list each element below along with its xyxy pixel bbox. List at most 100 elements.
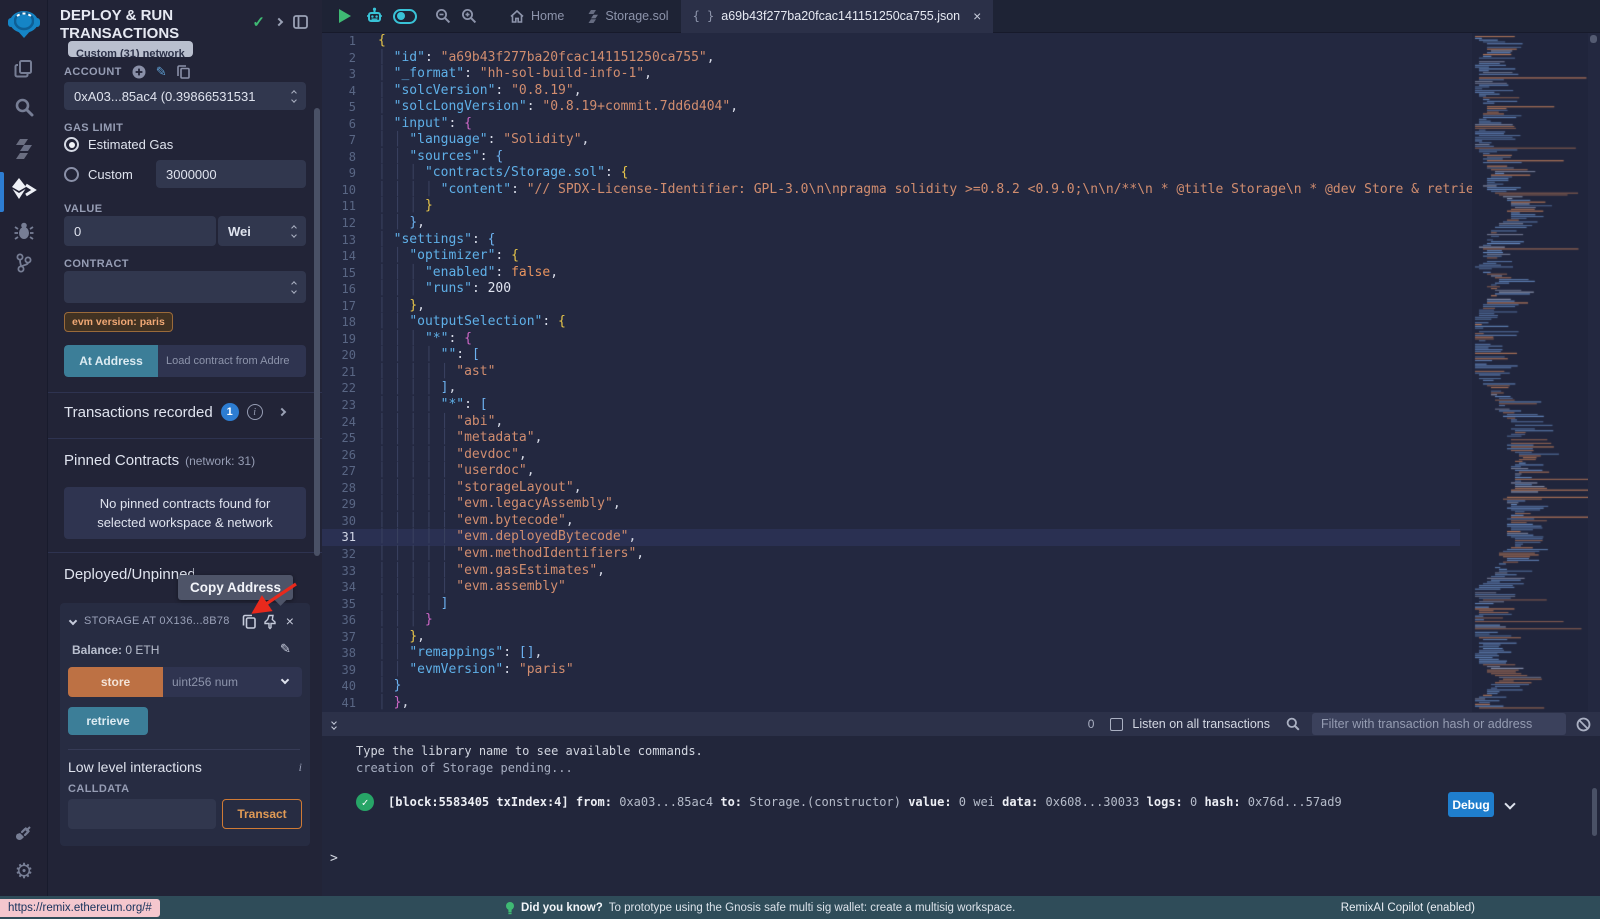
file-explorer-icon[interactable] [0, 58, 48, 80]
code-line[interactable]: 38│ │ "remappings": [], [322, 645, 1460, 662]
terminal[interactable]: Type the library name to see available c… [322, 736, 1600, 896]
filter-input[interactable]: Filter with transaction hash or address [1312, 713, 1566, 735]
copy-account-icon[interactable] [177, 65, 190, 79]
code-line[interactable]: 33│ │ │ │ │ "evm.gasEstimates", [322, 563, 1460, 580]
code-line[interactable]: 8│ │ "sources": { [322, 149, 1460, 166]
code-line[interactable]: 36│ │ │ } [322, 612, 1460, 629]
code-line[interactable]: 27│ │ │ │ │ "userdoc", [322, 463, 1460, 480]
contract-select[interactable] [64, 271, 306, 303]
plugin-manager-icon[interactable] [0, 822, 48, 844]
estimated-gas-radio[interactable] [64, 137, 79, 152]
ai-copilot-icon[interactable] [360, 0, 388, 33]
zoom-out-icon[interactable] [430, 0, 456, 33]
tab-build-info-json[interactable]: { } a69b43f277ba20fcac141151250ca755.jso… [681, 0, 994, 33]
code-line[interactable]: 22│ │ │ │ ], [322, 380, 1460, 397]
close-tab-icon[interactable]: × [973, 8, 981, 24]
code-line[interactable]: 21│ │ │ │ │ "ast" [322, 364, 1460, 381]
contract-collapse-icon[interactable] [69, 617, 77, 625]
code-line[interactable]: 4│ "solcVersion": "0.8.19", [322, 83, 1460, 100]
deploy-run-icon[interactable] [0, 176, 48, 204]
code-line[interactable]: 34│ │ │ │ │ "evm.assembly" [322, 579, 1460, 596]
collapse-panel-icon[interactable] [275, 18, 283, 26]
store-input[interactable]: uint256 num [163, 667, 302, 697]
listen-all-checkbox[interactable] [1110, 718, 1123, 731]
code-line[interactable]: 16│ │ │ "runs": 200 [322, 281, 1460, 298]
panel-scrollbar[interactable] [314, 108, 320, 556]
retrieve-button[interactable]: retrieve [68, 707, 148, 735]
pin-contract-icon[interactable] [264, 614, 278, 629]
code-line[interactable]: 1{ [322, 33, 1460, 50]
account-select[interactable]: 0xA03...85ac4 (0.39866531531 [64, 82, 306, 110]
code-line[interactable]: 20│ │ │ │ "": [ [322, 347, 1460, 364]
code-line[interactable]: 41│ }, [322, 695, 1460, 712]
code-line[interactable]: 23│ │ │ │ "*": [ [322, 397, 1460, 414]
debug-button[interactable]: Debug [1448, 792, 1494, 817]
debugger-icon[interactable] [0, 220, 48, 242]
transact-button[interactable]: Transact [222, 799, 302, 829]
zoom-in-icon[interactable] [456, 0, 482, 33]
transactions-expand-icon[interactable] [277, 408, 285, 416]
code-line[interactable]: 28│ │ │ │ │ "storageLayout", [322, 480, 1460, 497]
code-line[interactable]: 7│ │ "language": "Solidity", [322, 132, 1460, 149]
calldata-input[interactable] [68, 799, 216, 829]
sign-message-icon[interactable]: ✎ [156, 64, 167, 80]
remove-contract-icon[interactable]: × [286, 613, 294, 629]
code-line[interactable]: 25│ │ │ │ │ "metadata", [322, 430, 1460, 447]
code-line[interactable]: 11│ │ │ } [322, 198, 1460, 215]
load-contract-input[interactable]: Load contract from Addre [158, 345, 306, 377]
code-line[interactable]: 19│ │ │ "*": { [322, 331, 1460, 348]
run-script-icon[interactable] [330, 0, 360, 33]
code-line[interactable]: 2│ "id": "a69b43f277ba20fcac141151250ca7… [322, 50, 1460, 67]
add-account-icon[interactable] [132, 65, 146, 79]
clear-console-icon[interactable] [1576, 717, 1591, 732]
tab-home[interactable]: Home [498, 0, 576, 33]
code-line[interactable]: 24│ │ │ │ │ "abi", [322, 414, 1460, 431]
pin-panel-icon[interactable] [293, 15, 308, 29]
tab-storage-sol[interactable]: Storage.sol [576, 0, 680, 33]
search-icon[interactable] [0, 96, 48, 118]
terminal-search-icon[interactable] [1286, 717, 1300, 731]
terminal-scrollbar[interactable] [1592, 788, 1597, 836]
tx-expand-icon[interactable] [1504, 798, 1515, 809]
copilot-status[interactable]: RemixAI Copilot (enabled) [1341, 902, 1475, 914]
code-line[interactable]: 32│ │ │ │ │ "evm.methodIdentifiers", [322, 546, 1460, 563]
code-line[interactable]: 37│ │ }, [322, 629, 1460, 646]
value-input[interactable]: 0 [64, 216, 216, 246]
code-line[interactable]: 12│ │ }, [322, 215, 1460, 232]
code-line[interactable]: 3│ "_format": "hh-sol-build-info-1", [322, 66, 1460, 83]
terminal-collapse-icon[interactable] [332, 720, 336, 729]
settings-icon[interactable]: ⚙ [0, 858, 48, 884]
low-level-info-icon[interactable]: i [299, 760, 302, 775]
code-line[interactable]: 5│ "solcLongVersion": "0.8.19+commit.7dd… [322, 99, 1460, 116]
code-line[interactable]: 39│ │ "evmVersion": "paris" [322, 662, 1460, 679]
transaction-log-row[interactable]: ✓ [block:5583405 txIndex:4] from: 0xa03.… [356, 793, 1398, 811]
at-address-button[interactable]: At Address [64, 345, 158, 377]
minimap[interactable] [1472, 33, 1588, 712]
value-unit-select[interactable]: Wei [218, 216, 306, 246]
code-line[interactable]: 30│ │ │ │ │ "evm.bytecode", [322, 513, 1460, 530]
code-line[interactable]: 13│ "settings": { [322, 232, 1460, 249]
code-line[interactable]: 15│ │ │ "enabled": false, [322, 265, 1460, 282]
copilot-toggle-icon[interactable] [388, 0, 422, 33]
code-line[interactable]: 26│ │ │ │ │ "devdoc", [322, 447, 1460, 464]
code-line[interactable]: 31│ │ │ │ │ "evm.deployedBytecode", [322, 529, 1460, 546]
editor-scrollbar[interactable] [1590, 35, 1597, 43]
remix-logo-icon[interactable] [0, 6, 48, 44]
custom-gas-radio[interactable] [64, 167, 79, 182]
code-line[interactable]: 14│ │ "optimizer": { [322, 248, 1460, 265]
store-button[interactable]: store [68, 667, 163, 697]
code-line[interactable]: 17│ │ }, [322, 298, 1460, 315]
edit-balance-icon[interactable]: ✎ [280, 641, 291, 657]
terminal-prompt[interactable]: > [330, 850, 338, 867]
custom-gas-input[interactable]: 3000000 [156, 160, 306, 188]
code-line[interactable]: 18│ │ "outputSelection": { [322, 314, 1460, 331]
solidity-compiler-icon[interactable] [0, 138, 48, 160]
code-line[interactable]: 29│ │ │ │ │ "evm.legacyAssembly", [322, 496, 1460, 513]
code-line[interactable]: 9│ │ │ "contracts/Storage.sol": { [322, 165, 1460, 182]
code-line[interactable]: 40│ } [322, 678, 1460, 695]
transactions-info-icon[interactable]: i [247, 404, 263, 420]
code-line[interactable]: 10│ │ │ │ "content": "// SPDX-License-Id… [322, 182, 1460, 199]
source-control-icon[interactable] [0, 252, 48, 274]
code-line[interactable]: 35│ │ │ │ ] [322, 596, 1460, 613]
code-editor[interactable]: 1{2│ "id": "a69b43f277ba20fcac141151250c… [322, 33, 1600, 712]
